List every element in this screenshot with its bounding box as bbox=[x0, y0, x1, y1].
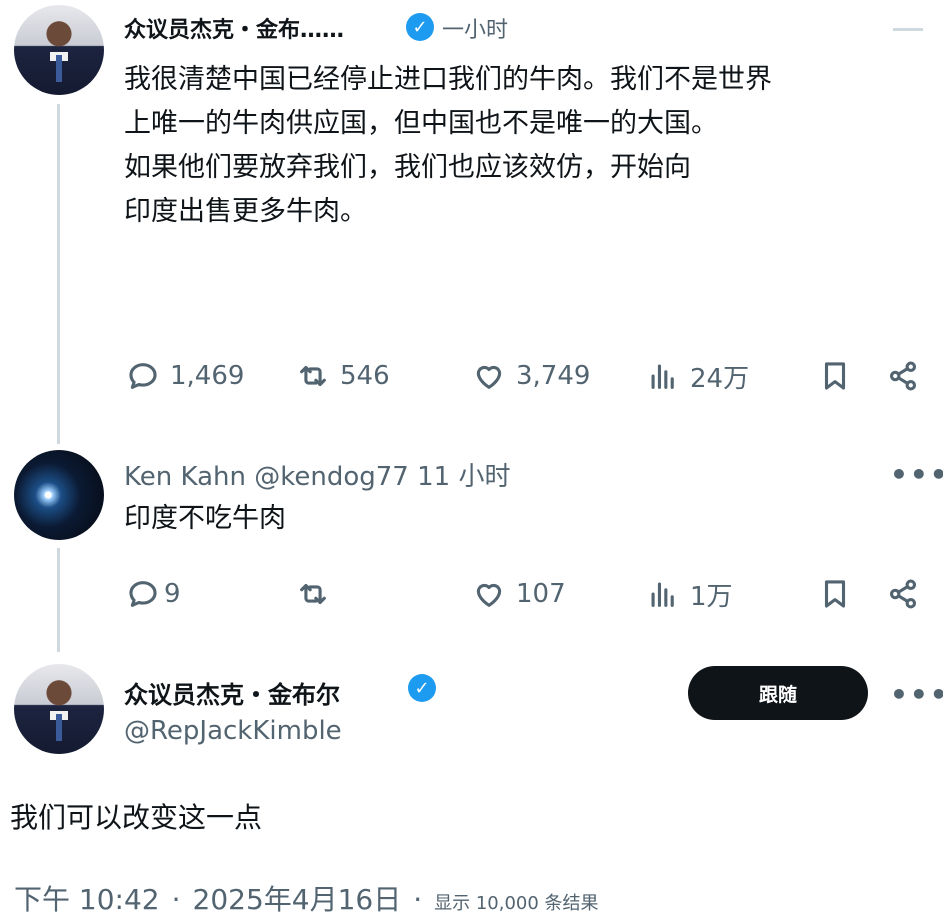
tweet-text-line: 印度出售更多牛肉。 bbox=[124, 196, 367, 227]
reply-icon bbox=[129, 581, 157, 607]
tweet-time[interactable]: 11 小时 bbox=[417, 462, 510, 492]
tweet-actions: 1,469 546 3,749 24万 bbox=[0, 356, 943, 396]
heart-icon bbox=[476, 583, 502, 607]
tweet-thread-page: 众议员杰克・金布…… ✓ 一小时 我很清楚中国已经停止进口我们的牛肉。我们不是世… bbox=[0, 0, 943, 918]
bar-chart-icon bbox=[651, 364, 674, 389]
tweet-text: 印度不吃牛肉 bbox=[124, 503, 286, 534]
retweet-button[interactable]: 546 bbox=[296, 356, 390, 396]
reply-button[interactable]: 9 bbox=[126, 574, 181, 614]
tweet-footer: 下午 10:42 · 2025年4月16日 · 显示 10,000 条结果 bbox=[14, 878, 599, 918]
reply-header: Ken Kahn @kendog77 11 小时 bbox=[124, 456, 510, 493]
more-options-icon[interactable]: ••• bbox=[890, 458, 943, 491]
author-name[interactable]: 众议员杰克・金布…… bbox=[124, 12, 344, 44]
tweet-text: 我们可以改变这一点 bbox=[10, 801, 263, 834]
tweet-text-line: 上唯一的牛肉供应国，但中国也不是唯一的大国。 bbox=[124, 108, 718, 139]
views-button[interactable]: 24万 bbox=[646, 356, 749, 396]
tweet-time[interactable]: 一小时 bbox=[442, 12, 508, 44]
views-button[interactable]: 1万 bbox=[646, 574, 733, 614]
tweet-actions: 9 107 1万 bbox=[0, 574, 943, 614]
author-handle[interactable]: @kendog77 bbox=[254, 462, 409, 492]
like-button[interactable]: 3,749 bbox=[472, 356, 590, 396]
tweet-text-line: 我很清楚中国已经停止进口我们的牛肉。我们不是世界 bbox=[124, 64, 772, 95]
bar-chart-icon bbox=[651, 582, 674, 607]
bookmark-button[interactable] bbox=[818, 574, 852, 614]
views-count: 24万 bbox=[690, 363, 750, 394]
tweet-text-line: 如果他们要放弃我们，我们也应该效仿，开始向 bbox=[124, 152, 691, 183]
view-count[interactable]: 显示 10,000 条结果 bbox=[434, 889, 598, 915]
verified-badge-icon: ✓ bbox=[406, 13, 434, 41]
bookmark-icon bbox=[824, 362, 846, 390]
avatar-kimble[interactable] bbox=[14, 664, 104, 754]
like-count: 3,749 bbox=[516, 361, 591, 391]
reply-icon bbox=[129, 363, 157, 389]
like-button[interactable]: 107 bbox=[472, 574, 566, 614]
top-menu-indicator bbox=[893, 28, 923, 31]
avatar-kimble[interactable] bbox=[14, 5, 104, 95]
bookmark-button[interactable] bbox=[818, 356, 852, 396]
separator-dot: · bbox=[413, 883, 423, 916]
share-button[interactable] bbox=[886, 356, 920, 396]
reply-count: 1,469 bbox=[170, 361, 245, 391]
author-handle[interactable]: @RepJackKimble bbox=[124, 716, 342, 746]
author-name[interactable]: Ken Kahn bbox=[124, 462, 246, 492]
retweet-button[interactable] bbox=[296, 574, 330, 614]
retweet-count: 546 bbox=[340, 361, 390, 391]
share-button[interactable] bbox=[886, 574, 920, 614]
tweet-text: 我很清楚中国已经停止进口我们的牛肉。我们不是世界 上唯一的牛肉供应国，但中国也不… bbox=[124, 58, 914, 234]
retweet-icon bbox=[300, 583, 326, 605]
author-name[interactable]: 众议员杰克・金布尔 bbox=[124, 675, 340, 710]
tweet-date[interactable]: 2025年4月16日 bbox=[193, 878, 402, 918]
follow-button[interactable]: 跟随 bbox=[688, 666, 868, 720]
avatar-kendog[interactable] bbox=[14, 450, 104, 540]
share-icon bbox=[889, 579, 917, 609]
tweet-timestamp[interactable]: 下午 10:42 bbox=[14, 878, 160, 918]
separator-dot: · bbox=[171, 883, 181, 916]
heart-icon bbox=[476, 365, 502, 389]
verified-badge-icon: ✓ bbox=[408, 674, 436, 702]
reply-button[interactable]: 1,469 bbox=[126, 356, 244, 396]
retweet-icon bbox=[300, 365, 326, 387]
bookmark-icon bbox=[824, 580, 846, 608]
views-count: 1万 bbox=[690, 581, 733, 612]
like-count: 107 bbox=[516, 579, 566, 609]
share-icon bbox=[889, 361, 917, 391]
more-options-icon[interactable]: ••• bbox=[890, 678, 943, 711]
reply-count: 9 bbox=[164, 579, 181, 609]
